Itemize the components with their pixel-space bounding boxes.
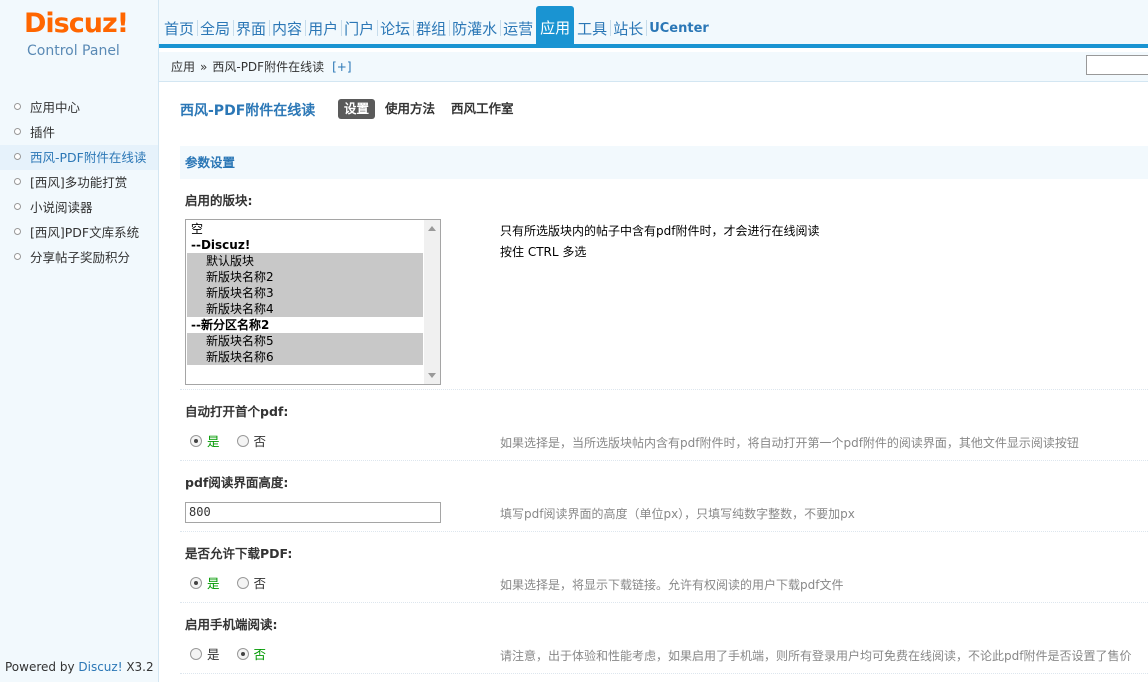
add-shortcut-button[interactable]: [+] xyxy=(332,60,351,74)
mobile-yes-label[interactable]: 是 xyxy=(207,644,220,663)
sidebar-item-5[interactable]: [西风]PDF文库系统 xyxy=(0,220,158,245)
divider xyxy=(180,460,1148,461)
download-hint: 如果选择是，将显示下载链接。允许有权阅读的用户下载pdf文件 xyxy=(500,578,844,592)
nav-item-8[interactable]: 防灌水 xyxy=(449,0,500,44)
auto-open-label: 自动打开首个pdf: xyxy=(185,404,289,419)
section-title: 参数设置 xyxy=(180,146,1148,179)
nav-item-13[interactable]: UCenter xyxy=(646,0,712,44)
mobile-yes-radio[interactable] xyxy=(190,647,202,660)
sidebar-item-2[interactable]: 西风-PDF附件在线读 xyxy=(0,145,158,170)
powered-by: Powered by Discuz! X3.2 xyxy=(5,660,154,674)
forum-optgroup: --新分区名称2 xyxy=(191,318,270,332)
nav-item-12[interactable]: 站长 xyxy=(610,0,646,44)
logo-subtitle: Control Panel xyxy=(27,43,120,59)
forum-option[interactable]: 空 xyxy=(187,221,423,237)
forum-option[interactable]: 新版块名称6 xyxy=(187,349,423,365)
forums-scrollbar[interactable] xyxy=(424,220,440,384)
mobile-no-label[interactable]: 否 xyxy=(254,644,267,663)
nav-item-6[interactable]: 论坛 xyxy=(377,0,413,44)
search-input[interactable] xyxy=(1086,55,1148,75)
sidebar-item-1[interactable]: 插件 xyxy=(0,120,158,145)
download-label: 是否允许下载PDF: xyxy=(185,546,293,561)
nav-item-1[interactable]: 全局 xyxy=(197,0,233,44)
height-hint: 填写pdf阅读界面的高度（单位px），只填写纯数字整数，不要加px xyxy=(500,507,855,521)
top-navigation: 首页 全局 界面 内容 用户 门户 论坛 群组 防灌水 运营 应用 工具 站长 UCenter xyxy=(159,0,1148,48)
divider xyxy=(180,389,1148,390)
auto-open-yes-radio[interactable] xyxy=(190,434,202,447)
scroll-down-arrow-icon[interactable] xyxy=(428,373,436,378)
forum-option[interactable]: 默认版块 xyxy=(187,253,423,269)
nav-item-11[interactable]: 工具 xyxy=(574,0,610,44)
nav-item-10[interactable]: 应用 xyxy=(536,6,575,44)
mobile-radio-group: 是 否 xyxy=(190,644,283,663)
height-input[interactable]: 800 xyxy=(185,502,441,523)
sidebar: 应用中心 插件 西风-PDF附件在线读 [西风]多功能打赏 小说阅读器 [西风]PDF文库… xyxy=(0,82,159,682)
breadcrumb-separator: » xyxy=(200,59,208,74)
nav-item-9[interactable]: 运营 xyxy=(500,0,536,44)
forums-hint: 只有所选版块内的帖子中含有pdf附件时，才会进行在线阅读 xyxy=(500,224,820,238)
nav-item-4[interactable]: 用户 xyxy=(305,0,341,44)
sidebar-item-4[interactable]: 小说阅读器 xyxy=(0,195,158,220)
divider xyxy=(180,531,1148,532)
scroll-up-arrow-icon[interactable] xyxy=(428,226,436,231)
auto-open-hint: 如果选择是，当所选版块帖内含有pdf附件时，将自动打开第一个pdf附件的阅读界面… xyxy=(500,436,1079,450)
auto-open-no-radio[interactable] xyxy=(236,434,249,447)
discuz-logo[interactable]: Discuz! xyxy=(24,8,129,39)
sidebar-item-3[interactable]: [西风]多功能打赏 xyxy=(0,170,158,195)
mobile-hint: 请注意，出于体验和性能考虑，如果启用了手机端，则所有登录用户均可免费在线阅读，不… xyxy=(500,649,1132,663)
forum-option[interactable]: 新版块名称4 xyxy=(187,301,423,317)
download-yes-radio[interactable] xyxy=(190,576,202,589)
logo-area: Discuz! Control Panel xyxy=(0,0,159,82)
mobile-no-radio[interactable] xyxy=(236,647,249,660)
auto-open-yes-label[interactable]: 是 xyxy=(207,431,220,450)
nav-item-7[interactable]: 群组 xyxy=(413,0,449,44)
sidebar-item-6[interactable]: 分享帖子奖励积分 xyxy=(0,245,158,270)
height-label: pdf阅读界面高度: xyxy=(185,475,289,490)
download-no-radio[interactable] xyxy=(236,576,249,589)
auto-open-radio-group: 是 否 xyxy=(190,431,283,450)
discuz-link[interactable]: Discuz! xyxy=(78,660,122,674)
forums-label: 启用的版块: xyxy=(185,193,253,208)
tab-usage[interactable]: 使用方法 xyxy=(379,99,441,119)
nav-item-3[interactable]: 内容 xyxy=(269,0,305,44)
page-title: 西风-PDF附件在线读 xyxy=(180,103,316,119)
tab-studio[interactable]: 西风工作室 xyxy=(445,99,520,119)
sidebar-item-0[interactable]: 应用中心 xyxy=(0,95,158,120)
forum-option[interactable]: 新版块名称3 xyxy=(187,285,423,301)
nav-item-2[interactable]: 界面 xyxy=(233,0,269,44)
download-no-label[interactable]: 否 xyxy=(254,573,267,592)
forum-optgroup: --Discuz! xyxy=(191,238,251,252)
breadcrumb: 应用 » 西风-PDF附件在线读 [+] xyxy=(159,52,1148,82)
forums-multiselect[interactable]: 空 --Discuz! 默认版块 新版块名称2 新版块名称3 新版块名称4 --新分区名称2… xyxy=(185,219,441,385)
forums-hint-ctrl: 按住 CTRL 多选 xyxy=(500,245,587,259)
download-yes-label[interactable]: 是 xyxy=(207,573,220,592)
breadcrumb-parent[interactable]: 应用 xyxy=(171,58,195,75)
main-content: 西风-PDF附件在线读 设置 使用方法 西风工作室 参数设置 启用的版块: 空-… xyxy=(159,82,1148,682)
plugin-tabs: 设置 使用方法 西风工作室 xyxy=(338,99,520,119)
auto-open-no-label[interactable]: 否 xyxy=(254,431,267,450)
nav-item-0[interactable]: 首页 xyxy=(161,0,197,44)
forum-option[interactable]: 新版块名称2 xyxy=(187,269,423,285)
forum-option[interactable]: 新版块名称5 xyxy=(187,333,423,349)
divider xyxy=(180,673,1148,674)
breadcrumb-current: 西风-PDF附件在线读 xyxy=(212,60,325,74)
tab-settings[interactable]: 设置 xyxy=(338,99,376,119)
download-radio-group: 是 否 xyxy=(190,573,283,592)
divider xyxy=(180,602,1148,603)
mobile-label: 启用手机端阅读: xyxy=(185,617,278,632)
nav-item-5[interactable]: 门户 xyxy=(341,0,377,44)
